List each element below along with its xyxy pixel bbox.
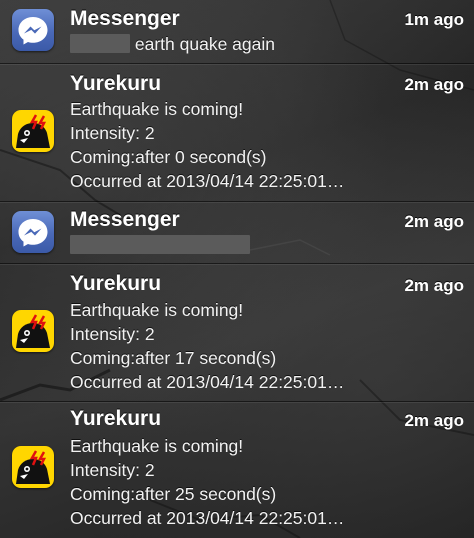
notification-line-4: Occurred at 2013/04/14 22:25:01… <box>70 171 345 191</box>
notification-line-2: Intensity: 2 <box>70 123 155 143</box>
notification-line-1: Earthquake is coming! <box>70 436 244 456</box>
notification-yurekuru-3[interactable]: Yurekuru 2m ago Earthquake is coming! In… <box>0 402 474 538</box>
yurekuru-app-icon <box>12 310 54 352</box>
notification-message: earth quake again <box>70 33 275 55</box>
notification-message <box>70 234 250 256</box>
facebook-messenger-icon <box>12 211 54 253</box>
facebook-messenger-icon <box>12 9 54 51</box>
notification-app-name: Messenger <box>70 7 180 30</box>
notification-line-3: Coming:after 0 second(s) <box>70 147 267 167</box>
notification-time: 1m ago <box>404 10 464 29</box>
yurekuru-app-icon <box>12 110 54 152</box>
notification-app-name: Messenger <box>70 208 180 231</box>
notification-center-list: Messenger 1m ago earth quake again Yurek… <box>0 0 474 538</box>
notification-line-4: Occurred at 2013/04/14 22:25:01… <box>70 372 345 392</box>
notification-messenger-2[interactable]: Messenger 2m ago <box>0 202 474 264</box>
yurekuru-app-icon <box>12 446 54 488</box>
notification-app-name: Yurekuru <box>70 72 162 95</box>
notification-app-name: Yurekuru <box>70 272 162 295</box>
redacted-sender-block <box>70 34 130 53</box>
redacted-message-block <box>70 235 250 254</box>
notification-time: 2m ago <box>404 276 464 295</box>
notification-app-name: Yurekuru <box>70 407 162 430</box>
notification-line-1: Earthquake is coming! <box>70 99 244 119</box>
notification-time: 2m ago <box>404 411 464 430</box>
notification-line-4: Occurred at 2013/04/14 22:25:01… <box>70 508 345 528</box>
notification-line-3: Coming:after 25 second(s) <box>70 484 277 504</box>
notification-line-1: Earthquake is coming! <box>70 300 244 320</box>
notification-message-text: earth quake again <box>134 34 275 54</box>
notification-time: 2m ago <box>404 75 464 94</box>
notification-line-2: Intensity: 2 <box>70 324 155 344</box>
notification-line-2: Intensity: 2 <box>70 460 155 480</box>
notification-messenger-1[interactable]: Messenger 1m ago earth quake again <box>0 0 474 64</box>
notification-line-3: Coming:after 17 second(s) <box>70 348 277 368</box>
notification-yurekuru-2[interactable]: Yurekuru 2m ago Earthquake is coming! In… <box>0 264 474 402</box>
notification-yurekuru-1[interactable]: Yurekuru 2m ago Earthquake is coming! In… <box>0 64 474 202</box>
notification-time: 2m ago <box>404 212 464 231</box>
